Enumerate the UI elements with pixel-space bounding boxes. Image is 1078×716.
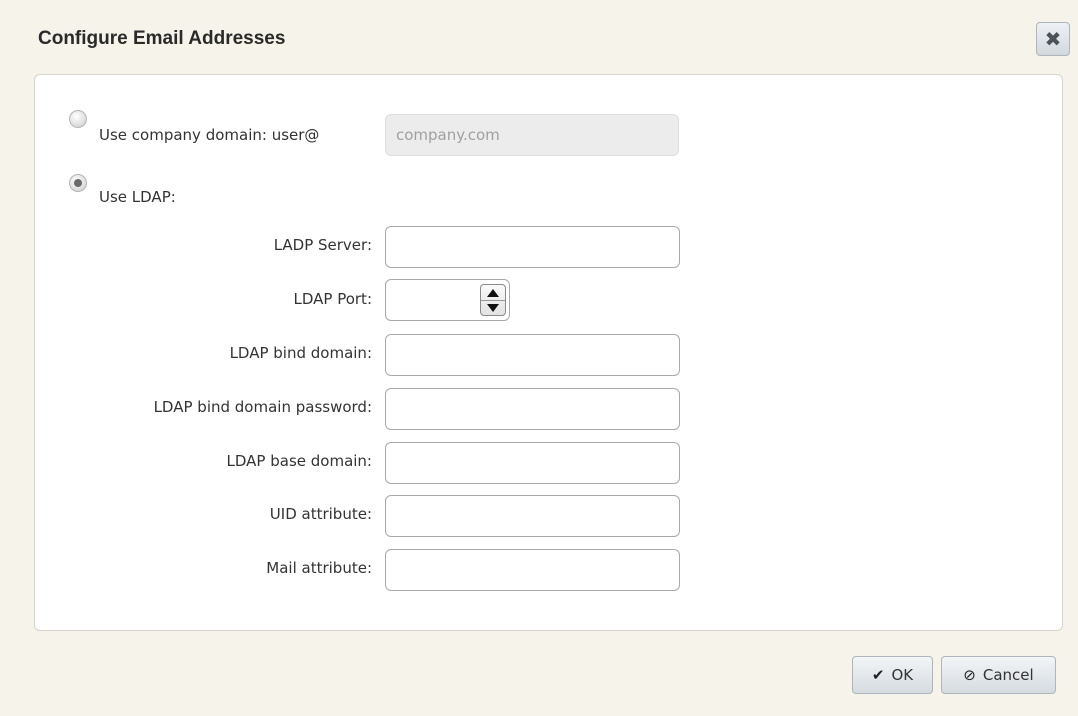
ldap-base-domain-label: LDAP base domain: — [226, 452, 372, 470]
close-button[interactable]: ✖ — [1036, 22, 1070, 56]
checkmark-icon: ✔ — [871, 666, 885, 684]
spin-up-button[interactable] — [481, 285, 505, 301]
mail-attribute-label: Mail attribute: — [266, 559, 372, 577]
close-icon: ✖ — [1044, 27, 1062, 51]
ldap-label: Use LDAP: — [99, 188, 176, 206]
ldap-port-input[interactable] — [386, 280, 476, 320]
arrow-up-icon — [487, 288, 499, 297]
ldap-port-label: LDAP Port: — [293, 290, 372, 308]
ldap-bind-domain-label: LDAP bind domain: — [229, 344, 372, 362]
mail-attribute-input[interactable] — [385, 549, 680, 591]
dialog-title: Configure Email Addresses — [38, 28, 286, 49]
ldap-port-stepper — [385, 279, 510, 321]
ldap-radio[interactable] — [69, 174, 87, 192]
ldap-server-label: LADP Server: — [273, 236, 372, 254]
company-domain-label: Use company domain: user@ — [99, 126, 320, 144]
uid-attribute-input[interactable] — [385, 495, 680, 537]
cancel-button[interactable]: ⊘ Cancel — [941, 656, 1056, 694]
ldap-bind-password-input[interactable] — [385, 388, 680, 430]
ok-button[interactable]: ✔ OK — [852, 656, 933, 694]
ldap-base-domain-input[interactable] — [385, 442, 680, 484]
port-spinner — [480, 284, 506, 316]
cancel-circle-icon: ⊘ — [963, 666, 976, 684]
ldap-server-input[interactable] — [385, 226, 680, 268]
spin-down-button[interactable] — [481, 300, 505, 315]
ok-label: OK — [891, 666, 914, 684]
ldap-bind-password-label: LDAP bind domain password: — [153, 398, 372, 416]
arrow-down-icon — [487, 303, 499, 312]
cancel-label: Cancel — [982, 666, 1034, 684]
company-domain-input — [385, 114, 679, 156]
company-domain-radio[interactable] — [69, 110, 87, 128]
ldap-bind-domain-input[interactable] — [385, 334, 680, 376]
uid-attribute-label: UID attribute: — [269, 505, 372, 523]
